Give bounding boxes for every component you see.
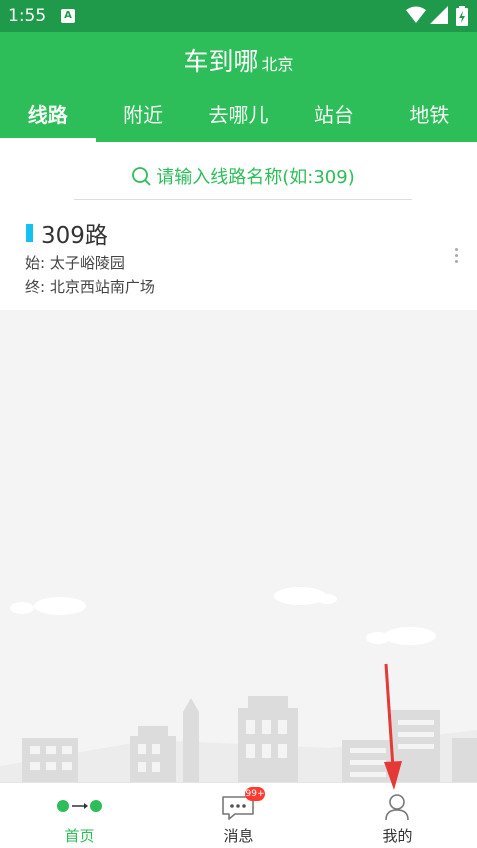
nav-messages-label: 消息 (223, 827, 254, 845)
city-skyline-illustration (0, 310, 477, 782)
tab-lines[interactable]: 线路 (0, 96, 95, 142)
app-title: 车到哪 (183, 47, 259, 76)
header: 车到哪 北京 线路 附近 去哪儿 站台 地铁 (0, 32, 477, 142)
skyline-icon (0, 587, 477, 782)
battery-icon (456, 6, 468, 26)
route-dots-icon (57, 800, 102, 812)
city-selector[interactable]: 北京 (262, 55, 294, 74)
nav-home[interactable]: 首页 (0, 783, 159, 848)
nav-home-label: 首页 (64, 827, 95, 845)
wifi-icon (406, 6, 426, 23)
tab-nearby[interactable]: 附近 (95, 96, 190, 142)
tab-subway[interactable]: 地铁 (382, 96, 477, 142)
more-options-icon[interactable] (451, 248, 461, 268)
search-placeholder: 请输入线路名称(如:309) (156, 167, 355, 188)
status-bar: 1:55 A (0, 0, 477, 32)
route-start: 始: 太子峪陵园 (25, 254, 125, 272)
nav-profile[interactable]: 我的 (318, 783, 477, 848)
nav-profile-label: 我的 (382, 827, 413, 845)
route-name: 309路 (41, 223, 108, 249)
tab-bar: 线路 附近 去哪儿 站台 地铁 (0, 96, 477, 142)
nav-messages[interactable]: 消息 (159, 783, 318, 848)
profile-icon (385, 794, 409, 821)
tab-destination[interactable]: 去哪儿 (191, 96, 286, 142)
bottom-nav: 首页 消息 我的 (0, 782, 477, 848)
message-count-badge: 99+ (245, 787, 265, 801)
search-icon (132, 167, 151, 186)
status-time: 1:55 (8, 6, 47, 26)
title-row: 车到哪 北京 (0, 42, 477, 78)
route-search-input[interactable]: 请输入线路名称(如:309) (74, 156, 412, 200)
route-item[interactable]: 309路 始: 太子峪陵园 终: 北京西站南广场 (0, 212, 477, 308)
route-end: 终: 北京西站南广场 (25, 278, 155, 296)
tab-stations[interactable]: 站台 (286, 96, 381, 142)
route-marker (26, 224, 33, 242)
active-tab-indicator (0, 138, 96, 142)
notification-a-icon: A (61, 9, 75, 23)
signal-icon (430, 6, 448, 24)
